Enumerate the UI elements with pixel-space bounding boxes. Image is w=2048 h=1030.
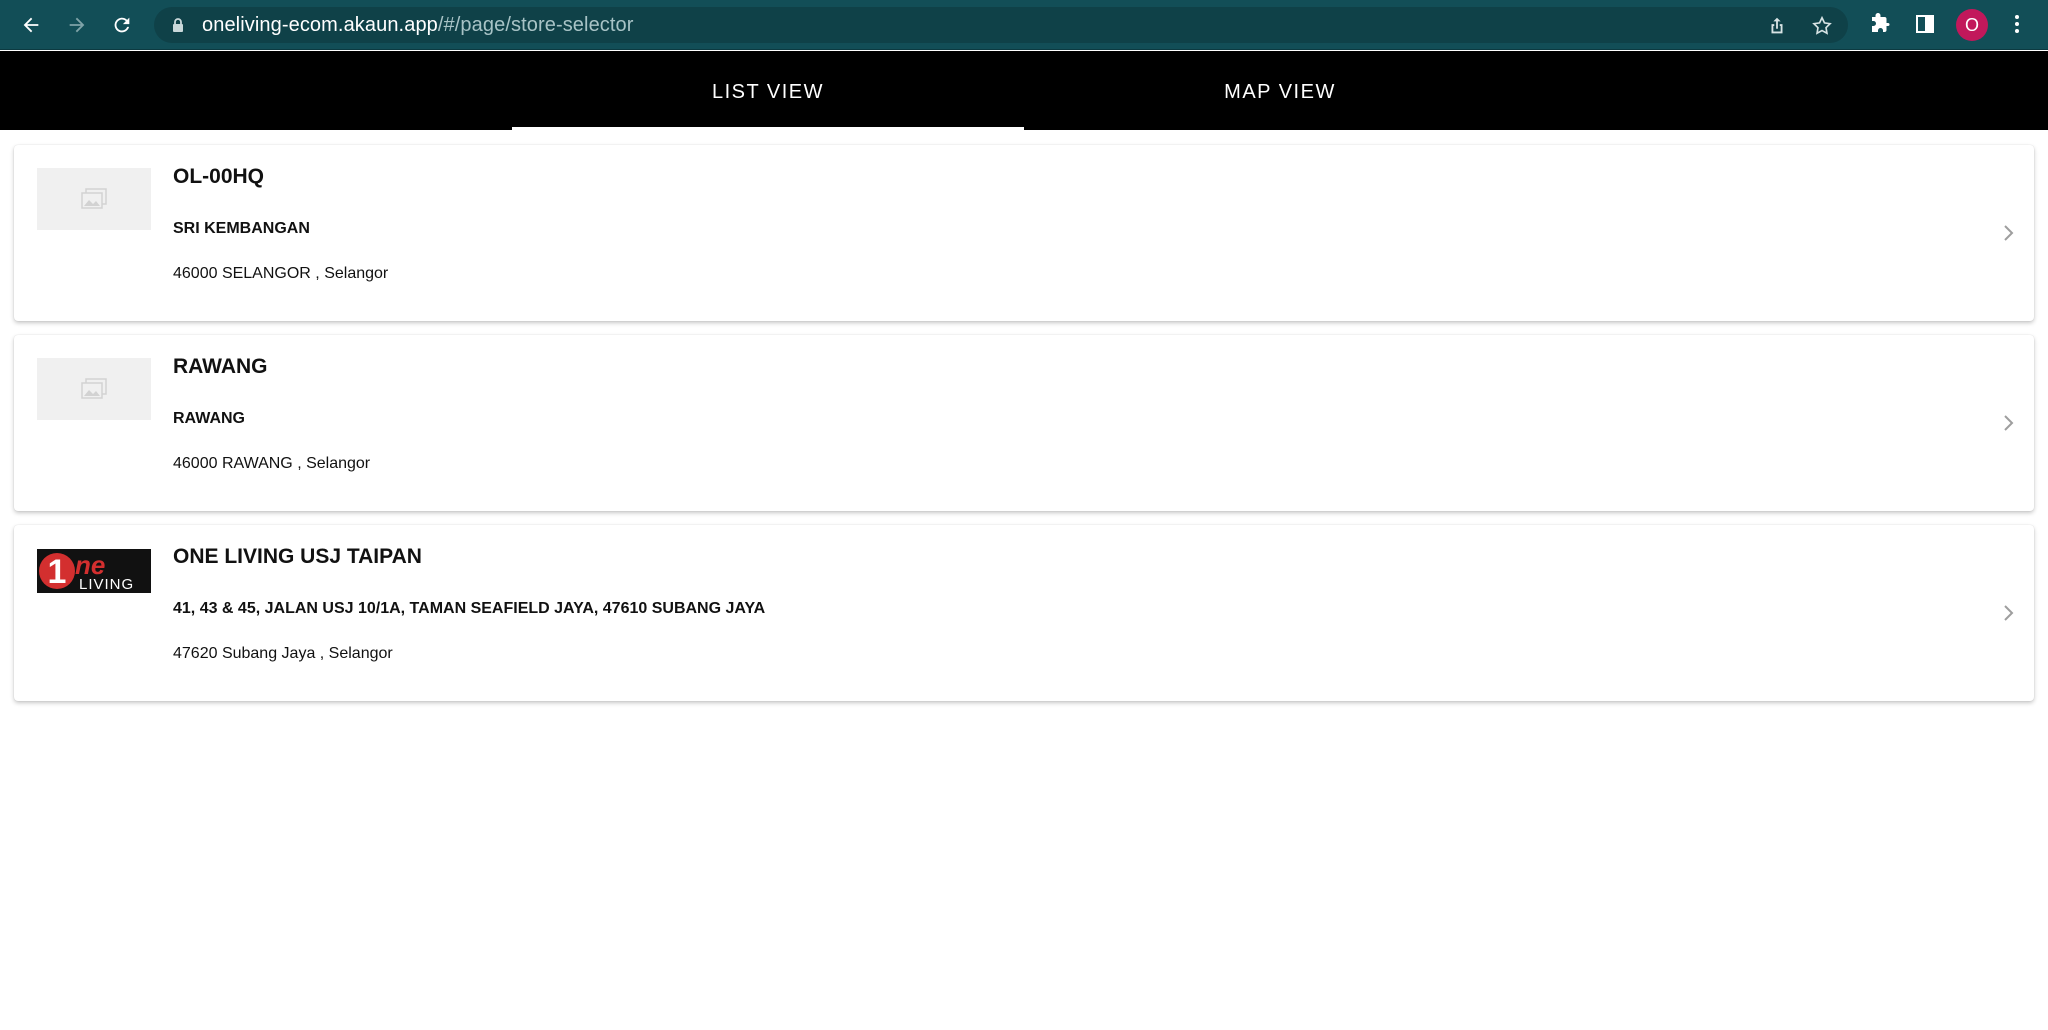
store-city: 46000 SELANGOR , Selangor xyxy=(173,265,389,282)
lock-icon xyxy=(173,18,183,32)
profile-avatar[interactable]: O xyxy=(1956,9,1988,41)
placeholder-image-icon xyxy=(81,378,107,399)
store-thumbnail xyxy=(37,168,151,230)
placeholder-image-icon xyxy=(81,188,107,209)
store-street: RAWANG xyxy=(173,410,245,427)
store-card-rawang[interactable]: RAWANG RAWANG 46000 RAWANG , Selangor xyxy=(14,335,2034,511)
store-card-usj-taipan[interactable]: 1 ne LIVING ONE LIVING USJ TAIPAN 41, 43… xyxy=(14,525,2034,701)
logo-living: LIVING xyxy=(79,576,134,593)
tab-map-view[interactable]: MAP VIEW xyxy=(1024,51,1536,130)
store-street: 41, 43 & 45, JALAN USJ 10/1A, TAMAN SEAF… xyxy=(173,600,766,617)
one-living-logo: 1 ne LIVING xyxy=(37,549,151,593)
logo-numeral: 1 xyxy=(48,553,67,591)
extensions-icon[interactable] xyxy=(1868,12,1892,36)
reload-button[interactable] xyxy=(107,10,137,40)
side-panel-icon[interactable] xyxy=(1913,12,1937,36)
star-icon[interactable] xyxy=(1811,15,1833,37)
chevron-right-icon xyxy=(2004,415,2014,431)
arrow-left-icon xyxy=(23,17,39,33)
store-city: 46000 RAWANG , Selangor xyxy=(173,455,371,472)
one-living-logo-graphic: 1 ne LIVING xyxy=(37,549,151,593)
tab-list-view[interactable]: LIST VIEW xyxy=(512,51,1024,130)
store-name: RAWANG xyxy=(173,355,268,378)
store-name: ONE LIVING USJ TAIPAN xyxy=(173,545,422,568)
reload-icon xyxy=(114,17,130,33)
store-thumbnail xyxy=(37,358,151,420)
more-vert-icon[interactable] xyxy=(2005,12,2029,36)
store-name: OL-00HQ xyxy=(173,165,265,188)
store-card-ol-00hq[interactable]: OL-00HQ SRI KEMBANGAN 46000 SELANGOR , S… xyxy=(14,145,2034,321)
store-city: 47620 Subang Jaya , Selangor xyxy=(173,645,393,662)
address-bar[interactable]: oneliving-ecom.akaun.app/#/page/store-se… xyxy=(154,7,1848,43)
store-street: SRI KEMBANGAN xyxy=(173,220,310,237)
share-icon[interactable] xyxy=(1766,15,1788,37)
back-button[interactable] xyxy=(16,10,46,40)
arrow-right-icon xyxy=(69,17,85,33)
url-path: /#/page/store-selector xyxy=(437,14,634,36)
chevron-right-icon xyxy=(2004,605,2014,621)
view-tabs: LIST VIEW MAP VIEW xyxy=(0,51,2048,130)
browser-toolbar: oneliving-ecom.akaun.app/#/page/store-se… xyxy=(0,0,2048,50)
forward-button[interactable] xyxy=(62,10,92,40)
chevron-right-icon xyxy=(2004,225,2014,241)
address-url: oneliving-ecom.akaun.app/#/page/store-se… xyxy=(202,7,634,43)
url-host: oneliving-ecom.akaun.app xyxy=(202,14,438,36)
